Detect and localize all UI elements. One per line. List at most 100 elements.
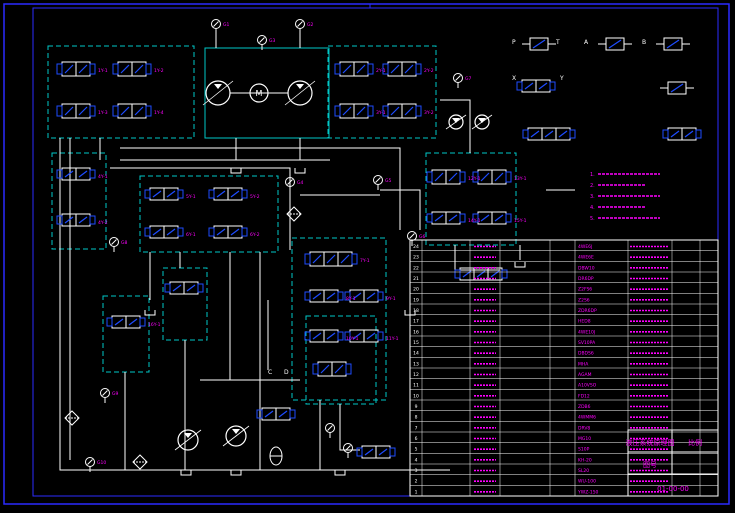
pressure-gauge-6 bbox=[407, 231, 417, 246]
table-cell-index: 4 bbox=[415, 457, 418, 463]
port-label: C bbox=[268, 369, 272, 376]
valve-25 bbox=[164, 281, 204, 295]
table-cell-index: 2 bbox=[415, 479, 418, 485]
table-cell-model: 4WMM6 bbox=[578, 415, 596, 421]
box-valve-block-7 bbox=[102, 295, 150, 373]
valve-8 bbox=[382, 103, 422, 119]
table-cell-index: 22 bbox=[413, 265, 419, 271]
box-valve-block-9 bbox=[305, 315, 377, 405]
table-cell-index: 16 bbox=[413, 329, 419, 335]
table-cell-index: 8 bbox=[415, 415, 418, 421]
filter-3 bbox=[286, 206, 302, 222]
auxiliary-pump-2 bbox=[222, 425, 250, 447]
component-tag: 16Y-1 bbox=[148, 322, 161, 328]
component-tag: 14Y-1 bbox=[468, 218, 481, 224]
hydraulic-schematic: M 1Y-11Y-21Y-31Y-42Y-12Y-23Y-13Y-24Y-14Y… bbox=[0, 0, 735, 509]
tag-layer: 1Y-1 1Y-2 1Y-3 1Y-4 2Y-1 2Y-2 3Y-1 3Y-2 4Y-1 4Y-2… bbox=[97, 22, 646, 466]
component-tag: 3Y-1 bbox=[376, 110, 386, 116]
gauge-tag: G9 bbox=[112, 391, 118, 397]
valve-12 bbox=[208, 187, 248, 201]
gauge-tag: G5 bbox=[385, 178, 391, 184]
directional-valve-icon bbox=[660, 81, 694, 95]
component-tag: 1Y-4 bbox=[154, 110, 164, 116]
gauge-tag: G4 bbox=[297, 180, 303, 186]
table-cell-index: 11 bbox=[413, 383, 419, 389]
table-cell-model: MHA bbox=[578, 361, 589, 367]
table-cell-model: DBDS6 bbox=[578, 351, 594, 357]
pressure-gauge-2 bbox=[295, 19, 305, 34]
table-cell-model: SL20 bbox=[578, 468, 589, 474]
component-tag: 6Y-2 bbox=[250, 232, 260, 238]
gauge-tag: G8 bbox=[121, 240, 127, 246]
gauge-tag: G6 bbox=[419, 234, 425, 240]
pressure-gauge-7 bbox=[453, 73, 463, 88]
table-cell-index: 23 bbox=[413, 255, 419, 261]
valve-2 bbox=[112, 61, 152, 77]
port-label: X bbox=[512, 75, 516, 82]
pressure-gauge-5 bbox=[373, 175, 383, 190]
component-tag: 2Y-1 bbox=[376, 68, 386, 74]
valve-4 bbox=[112, 103, 152, 119]
table-cell-model: ZDR6DP bbox=[578, 308, 597, 314]
filter-2 bbox=[132, 454, 148, 470]
drawing-number: 01-00-00 bbox=[657, 485, 689, 493]
valve-28 bbox=[516, 79, 556, 93]
legend-note: 3. bbox=[590, 194, 595, 200]
valve-10 bbox=[56, 213, 96, 227]
component-layer: M bbox=[56, 19, 702, 476]
table-cell-model: SV10PA bbox=[578, 340, 596, 346]
valve-5 bbox=[334, 61, 374, 77]
pressure-gauge-12 bbox=[343, 443, 353, 458]
table-cell-model: S10P bbox=[578, 447, 590, 453]
component-tag: 1Y-2 bbox=[154, 68, 164, 74]
valve-32 bbox=[356, 445, 396, 459]
component-tag: 6Y-1 bbox=[186, 232, 196, 238]
component-tag: 7Y-1 bbox=[360, 258, 370, 264]
table-cell-index: 18 bbox=[413, 308, 419, 314]
gauge-tag: G1 bbox=[223, 22, 229, 28]
pressure-gauge-9 bbox=[100, 388, 110, 403]
component-tag: 5Y-1 bbox=[186, 194, 196, 200]
title-block-scale: 比例 bbox=[688, 438, 702, 447]
valve-31 bbox=[256, 407, 296, 421]
valve-13 bbox=[144, 225, 184, 239]
table-cell-model: Z2FS6 bbox=[578, 287, 592, 293]
table-cell-index: 13 bbox=[413, 361, 419, 367]
port-label: D bbox=[284, 369, 289, 376]
inner-frame bbox=[32, 7, 719, 497]
outer-frame bbox=[3, 3, 730, 505]
main-pump-1 bbox=[202, 80, 234, 106]
valve-7 bbox=[334, 103, 374, 119]
pressure-gauge-8 bbox=[109, 237, 119, 252]
table-cell-index: 12 bbox=[413, 372, 419, 378]
box-valve-block-8 bbox=[162, 267, 208, 341]
gauge-tag: G10 bbox=[97, 460, 106, 466]
component-tag: 5Y-2 bbox=[250, 194, 260, 200]
pilot-pump-1 bbox=[445, 114, 467, 130]
component-tag: 1Y-3 bbox=[98, 110, 108, 116]
component-tag: 2Y-2 bbox=[424, 68, 434, 74]
throttle-valve-icon bbox=[598, 37, 632, 51]
table-cell-index: 3 bbox=[415, 468, 418, 474]
valve-14 bbox=[208, 225, 248, 239]
valve-26 bbox=[312, 361, 352, 377]
title-block-title: 液压系统原理图 bbox=[626, 438, 675, 447]
table-cell-index: 20 bbox=[413, 287, 419, 293]
pressure-gauge-11 bbox=[325, 423, 335, 438]
table-cell-model: DRV8 bbox=[578, 425, 590, 431]
port-label: P bbox=[512, 39, 516, 46]
table-cell-model: DR6DP bbox=[578, 276, 594, 282]
valve-9 bbox=[56, 167, 96, 181]
relief-valve-icon bbox=[656, 37, 690, 51]
port-label: A bbox=[584, 39, 589, 46]
oil-tank-6 bbox=[334, 470, 346, 476]
valve-6 bbox=[382, 61, 422, 77]
pressure-gauge-1 bbox=[211, 19, 221, 34]
oil-tank-8 bbox=[230, 470, 242, 476]
table-cell-index: 5 bbox=[415, 447, 418, 453]
table-cell-model: 4WE10J bbox=[578, 329, 595, 335]
valve-15 bbox=[304, 251, 358, 267]
gauge-tag: G3 bbox=[269, 38, 275, 44]
table-cell-index: 15 bbox=[413, 340, 419, 346]
table-cell-model: 4WE6E bbox=[578, 255, 594, 261]
